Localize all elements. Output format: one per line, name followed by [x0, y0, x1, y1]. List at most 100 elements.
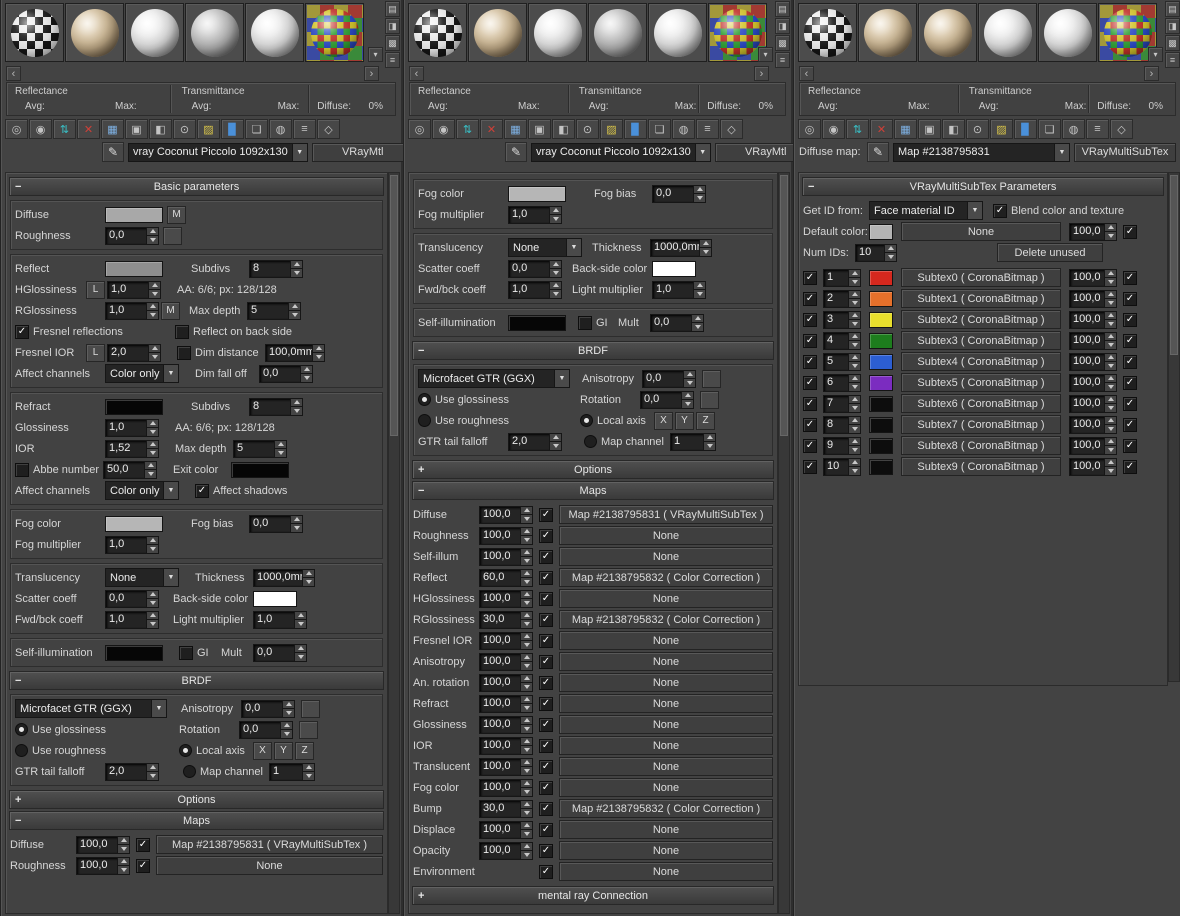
- material-sample-slot[interactable]: [245, 3, 304, 62]
- show-map-in-viewport-icon[interactable]: ▉: [1014, 119, 1037, 139]
- make-preview-icon[interactable]: ◇: [720, 119, 743, 139]
- an-rotation-amount-spinner[interactable]: 100,0: [479, 674, 533, 692]
- id-enable-checkbox[interactable]: ✓: [803, 439, 817, 453]
- spinner-arrows-icon[interactable]: [520, 717, 532, 733]
- rollout-header-options[interactable]: +Options: [412, 460, 774, 479]
- an-rotation-map-button[interactable]: None: [559, 673, 773, 692]
- backlight-icon[interactable]: ◨: [385, 18, 400, 34]
- id-color-swatch[interactable]: [869, 459, 893, 475]
- spinner-arrows-icon[interactable]: [848, 312, 860, 328]
- spinner-arrows-icon[interactable]: [549, 207, 561, 223]
- go-to-sibling-icon[interactable]: ◍: [672, 119, 695, 139]
- diffuse-amount-spinner[interactable]: 100,0: [479, 506, 533, 524]
- spinner-arrows-icon[interactable]: [1104, 270, 1116, 286]
- scroll-left-button[interactable]: ‹: [799, 66, 814, 81]
- anisotropy-amount-spinner[interactable]: 100,0: [479, 653, 533, 671]
- spinner-arrows-icon[interactable]: [144, 462, 156, 478]
- subtex-map-button[interactable]: Subtex0 ( CoronaBitmap ): [901, 268, 1061, 287]
- material-sample-slot[interactable]: [65, 3, 124, 62]
- spinner-field[interactable]: 2,0: [508, 433, 562, 451]
- spinner-arrows-icon[interactable]: [290, 261, 302, 277]
- fog-color-map-button[interactable]: None: [559, 778, 773, 797]
- use-roughness-radio[interactable]: [15, 744, 28, 757]
- spinner-arrows-icon[interactable]: [520, 528, 532, 544]
- displace-enable-checkbox[interactable]: ✓: [539, 823, 553, 837]
- delete-material-icon[interactable]: ✕: [77, 119, 100, 139]
- ior-map-button[interactable]: None: [559, 736, 773, 755]
- id-spinner[interactable]: 4: [823, 332, 861, 350]
- spinner-arrows-icon[interactable]: [1104, 438, 1116, 454]
- spinner-arrows-icon[interactable]: [549, 282, 561, 298]
- material-sample-slot[interactable]: [798, 3, 857, 62]
- sample-uv-tiling-icon[interactable]: ▣: [918, 119, 941, 139]
- eyedropper-icon[interactable]: ✎: [505, 142, 527, 162]
- fog-color-swatch[interactable]: [105, 516, 163, 532]
- environment-enable-checkbox[interactable]: ✓: [539, 865, 553, 879]
- diffuse-map-button[interactable]: Map #2138795831 ( VRayMultiSubTex ): [559, 505, 773, 524]
- subtex-amount-spinner[interactable]: 100,0: [1069, 437, 1117, 455]
- subtex-blend-checkbox[interactable]: ✓: [1123, 271, 1137, 285]
- brdf-type-dropdown[interactable]: Microfacet GTR (GGX)▼: [15, 699, 167, 718]
- fog-color-amount-spinner[interactable]: 100,0: [479, 779, 533, 797]
- spinner-field[interactable]: 1,0: [107, 281, 161, 299]
- local-axis-radio[interactable]: [580, 414, 593, 427]
- background-icon[interactable]: ▨: [990, 119, 1013, 139]
- z-axis-button[interactable]: Z: [295, 742, 314, 760]
- glossiness-amount-spinner[interactable]: 100,0: [479, 716, 533, 734]
- material-sample-slot[interactable]: [468, 3, 527, 62]
- scrollbar-thumb[interactable]: [780, 175, 788, 436]
- opacity-enable-checkbox[interactable]: ✓: [539, 844, 553, 858]
- subtex-amount-spinner[interactable]: 100,0: [1069, 353, 1117, 371]
- mini-button[interactable]: [700, 391, 719, 409]
- translucent-amount-spinner[interactable]: 100,0: [479, 758, 533, 776]
- id-enable-checkbox[interactable]: ✓: [803, 397, 817, 411]
- spinner-arrows-icon[interactable]: [549, 434, 561, 450]
- material-type-button[interactable]: VRayMultiSubTex: [1074, 143, 1176, 162]
- spinner-field[interactable]: 0,0: [241, 700, 295, 718]
- exit-color-swatch[interactable]: [231, 462, 289, 478]
- checkbox[interactable]: [177, 346, 191, 360]
- id-enable-checkbox[interactable]: ✓: [803, 271, 817, 285]
- scroll-left-button[interactable]: ‹: [409, 66, 424, 81]
- translucency-dropdown[interactable]: None▼: [105, 568, 179, 587]
- material-sample-slot[interactable]: [125, 3, 184, 62]
- spinner-arrows-icon[interactable]: [848, 417, 860, 433]
- spinner-arrows-icon[interactable]: [1104, 333, 1116, 349]
- map-channel-radio[interactable]: [183, 765, 196, 778]
- material-sample-slot[interactable]: [528, 3, 587, 62]
- subtex-map-button[interactable]: Subtex5 ( CoronaBitmap ): [901, 373, 1061, 392]
- get-id-from-dropdown[interactable]: Face material ID▼: [869, 201, 983, 220]
- sample-slot-dropdown-icon[interactable]: ▾: [1148, 47, 1163, 62]
- material-sample-slot[interactable]: [978, 3, 1037, 62]
- material-sample-slot[interactable]: [305, 3, 364, 62]
- id-spinner[interactable]: 10: [823, 458, 861, 476]
- hglossiness-lock-button[interactable]: L: [86, 281, 105, 299]
- rollout-header-brdf[interactable]: −BRDF: [9, 671, 384, 690]
- spinner-arrows-icon[interactable]: [520, 738, 532, 754]
- subtex-map-button[interactable]: Subtex7 ( CoronaBitmap ): [901, 415, 1061, 434]
- spinner-arrows-icon[interactable]: [520, 780, 532, 796]
- spinner-arrows-icon[interactable]: [848, 354, 860, 370]
- id-color-swatch[interactable]: [869, 417, 893, 433]
- use-roughness-radio[interactable]: [418, 414, 431, 427]
- spinner-field[interactable]: 0,0: [652, 185, 706, 203]
- scroll-right-button[interactable]: ›: [364, 66, 379, 81]
- scrollbar-thumb[interactable]: [1170, 175, 1178, 355]
- spinner-arrows-icon[interactable]: [848, 396, 860, 412]
- roughness-map-button[interactable]: None: [559, 526, 773, 545]
- anisotropy-map-button[interactable]: None: [559, 652, 773, 671]
- spinner-arrows-icon[interactable]: [520, 633, 532, 649]
- ior-amount-spinner[interactable]: 100,0: [479, 737, 533, 755]
- fresnel-ior-amount-spinner[interactable]: 100,0: [479, 632, 533, 650]
- spinner-arrows-icon[interactable]: [520, 654, 532, 670]
- sample-type-icon[interactable]: ▤: [775, 1, 790, 17]
- spinner-arrows-icon[interactable]: [691, 315, 703, 331]
- material-options-icon[interactable]: ⊙: [966, 119, 989, 139]
- subtex-map-button[interactable]: Subtex3 ( CoronaBitmap ): [901, 331, 1061, 350]
- spinner-arrows-icon[interactable]: [683, 371, 695, 387]
- reflect-color-swatch[interactable]: [105, 261, 163, 277]
- spinner-arrows-icon[interactable]: [294, 645, 306, 661]
- spinner-arrows-icon[interactable]: [282, 701, 294, 717]
- material-navigator-icon[interactable]: ≡: [696, 119, 719, 139]
- x-axis-button[interactable]: X: [654, 412, 673, 430]
